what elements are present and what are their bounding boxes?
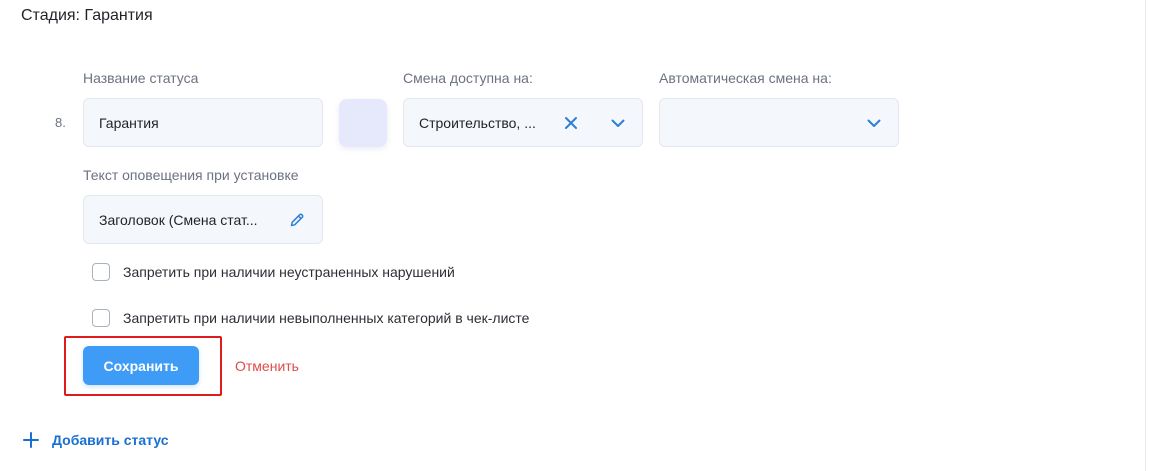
violations-checkbox-label: Запретить при наличии неустраненных нару…: [123, 264, 455, 280]
close-icon[interactable]: [562, 114, 580, 132]
checklist-checkbox[interactable]: [92, 309, 110, 327]
status-number: 8.: [55, 115, 66, 130]
notification-value: Заголовок (Смена стат...: [99, 211, 258, 228]
save-button[interactable]: Сохранить: [83, 346, 199, 385]
violations-checkbox[interactable]: [92, 263, 110, 281]
plus-icon: [22, 431, 40, 449]
auto-change-label: Автоматическая смена на:: [659, 70, 832, 86]
add-status-label: Добавить статус: [52, 432, 169, 448]
notification-text-field[interactable]: Заголовок (Смена стат...: [83, 195, 323, 244]
change-available-value: Строительство, ...: [419, 114, 536, 131]
status-name-input[interactable]: Гарантия: [83, 98, 323, 147]
chevron-down-icon[interactable]: [865, 114, 883, 132]
notification-label: Текст оповещения при установке: [83, 167, 299, 183]
status-color-picker[interactable]: [339, 99, 387, 147]
stage-title: Стадия: Гарантия: [21, 7, 153, 24]
status-name-label: Название статуса: [83, 70, 199, 86]
change-available-select[interactable]: Строительство, ...: [403, 98, 643, 147]
change-available-label: Смена доступна на:: [403, 70, 533, 86]
status-name-value: Гарантия: [99, 114, 159, 131]
pencil-icon[interactable]: [288, 211, 306, 229]
auto-change-select[interactable]: [659, 98, 899, 147]
checklist-checkbox-label: Запретить при наличии невыполненных кате…: [123, 310, 530, 326]
chevron-down-icon[interactable]: [609, 114, 627, 132]
add-status-button[interactable]: Добавить статус: [22, 431, 169, 449]
stage-card: Стадия: Гарантия Название статуса Смена …: [0, 0, 1146, 471]
cancel-button[interactable]: Отменить: [235, 358, 299, 374]
